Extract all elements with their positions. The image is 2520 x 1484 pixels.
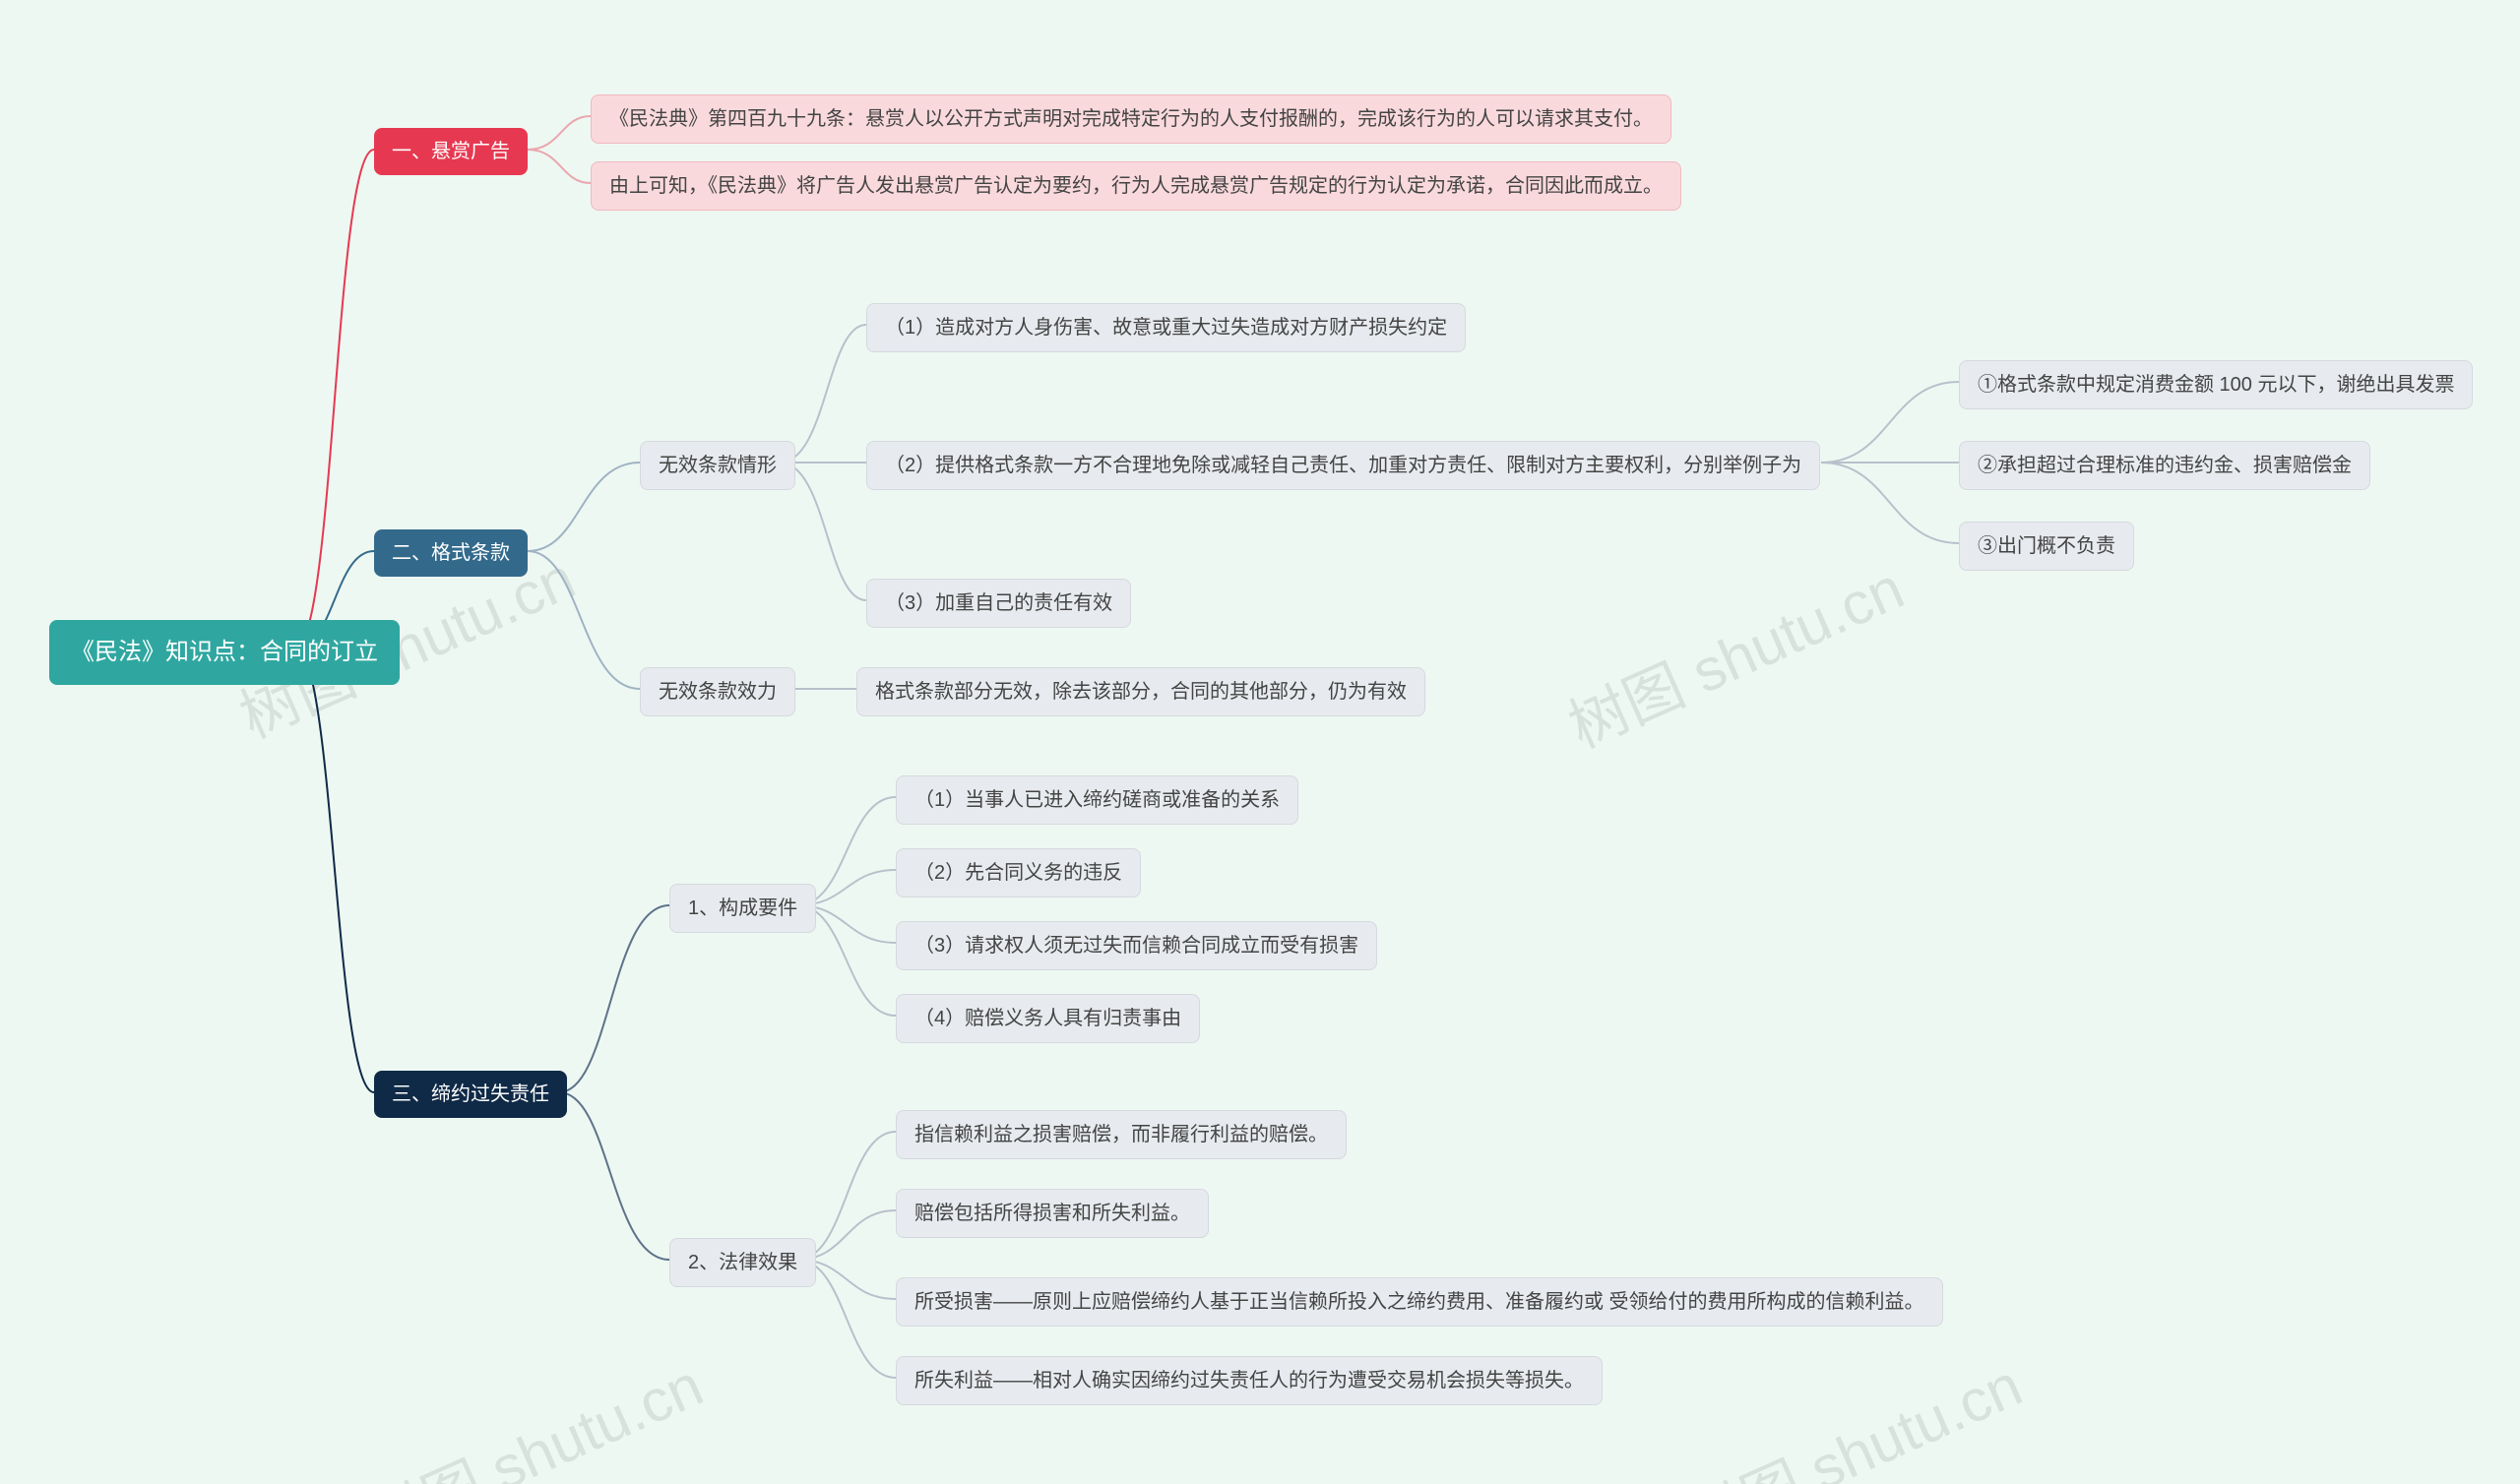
- sec3-group-elements[interactable]: 1、构成要件: [669, 884, 816, 933]
- section-3[interactable]: 三、缔约过失责任: [374, 1071, 567, 1118]
- sec2-g1-item-1[interactable]: （1）造成对方人身伤害、故意或重大过失造成对方财产损失约定: [866, 303, 1466, 352]
- sec3-g1-item-2[interactable]: （2）先合同义务的违反: [896, 848, 1141, 897]
- watermark: 树图 shutu.cn: [352, 1338, 714, 1484]
- sec2-group-invalid-effect[interactable]: 无效条款效力: [640, 667, 795, 716]
- sec2-g2-item[interactable]: 格式条款部分无效，除去该部分，合同的其他部分，仍为有效: [856, 667, 1425, 716]
- sec2-g1-item-3[interactable]: （3）加重自己的责任有效: [866, 579, 1131, 628]
- sec3-g1-item-4[interactable]: （4）赔偿义务人具有归责事由: [896, 994, 1200, 1043]
- sec3-g2-item-3[interactable]: 所受损害——原则上应赔偿缔约人基于正当信赖所投入之缔约费用、准备履约或 受领给付…: [896, 1277, 1943, 1327]
- watermark: 树图 shutu.cn: [1553, 541, 1915, 765]
- sec3-g2-item-4[interactable]: 所失利益——相对人确实因缔约过失责任人的行为遭受交易机会损失等损失。: [896, 1356, 1603, 1405]
- sec2-g1-item-2[interactable]: （2）提供格式条款一方不合理地免除或减轻自己责任、加重对方责任、限制对方主要权利…: [866, 441, 1820, 490]
- section-2[interactable]: 二、格式条款: [374, 529, 528, 577]
- sec3-g2-item-1[interactable]: 指信赖利益之损害赔偿，而非履行利益的赔偿。: [896, 1110, 1347, 1159]
- sec3-g1-item-3[interactable]: （3）请求权人须无过失而信赖合同成立而受有损害: [896, 921, 1377, 970]
- sec1-item-2[interactable]: 由上可知，《民法典》将广告人发出悬赏广告认定为要约，行为人完成悬赏广告规定的行为…: [591, 161, 1681, 211]
- section-1[interactable]: 一、悬赏广告: [374, 128, 528, 175]
- mindmap-canvas: 树图 shutu.cn 树图 shutu.cn 树图 shutu.cn 树图 s…: [0, 0, 2520, 1484]
- sec3-g1-item-1[interactable]: （1）当事人已进入缔约磋商或准备的关系: [896, 775, 1298, 825]
- root-node[interactable]: 《民法》知识点：合同的订立: [49, 620, 400, 685]
- sec3-group-effects[interactable]: 2、法律效果: [669, 1238, 816, 1287]
- sec1-item-1[interactable]: 《民法典》第四百九十九条：悬赏人以公开方式声明对完成特定行为的人支付报酬的，完成…: [591, 94, 1671, 144]
- sec3-g2-item-2[interactable]: 赔偿包括所得损害和所失利益。: [896, 1189, 1209, 1238]
- sec2-g1-sub-3[interactable]: ③出门概不负责: [1959, 522, 2134, 571]
- watermark: 树图 shutu.cn: [1671, 1338, 2033, 1484]
- sec2-g1-sub-2[interactable]: ②承担超过合理标准的违约金、损害赔偿金: [1959, 441, 2370, 490]
- sec2-g1-sub-1[interactable]: ①格式条款中规定消费金额 100 元以下，谢绝出具发票: [1959, 360, 2473, 409]
- edge-layer: [0, 0, 2520, 1484]
- sec2-group-invalid-situations[interactable]: 无效条款情形: [640, 441, 795, 490]
